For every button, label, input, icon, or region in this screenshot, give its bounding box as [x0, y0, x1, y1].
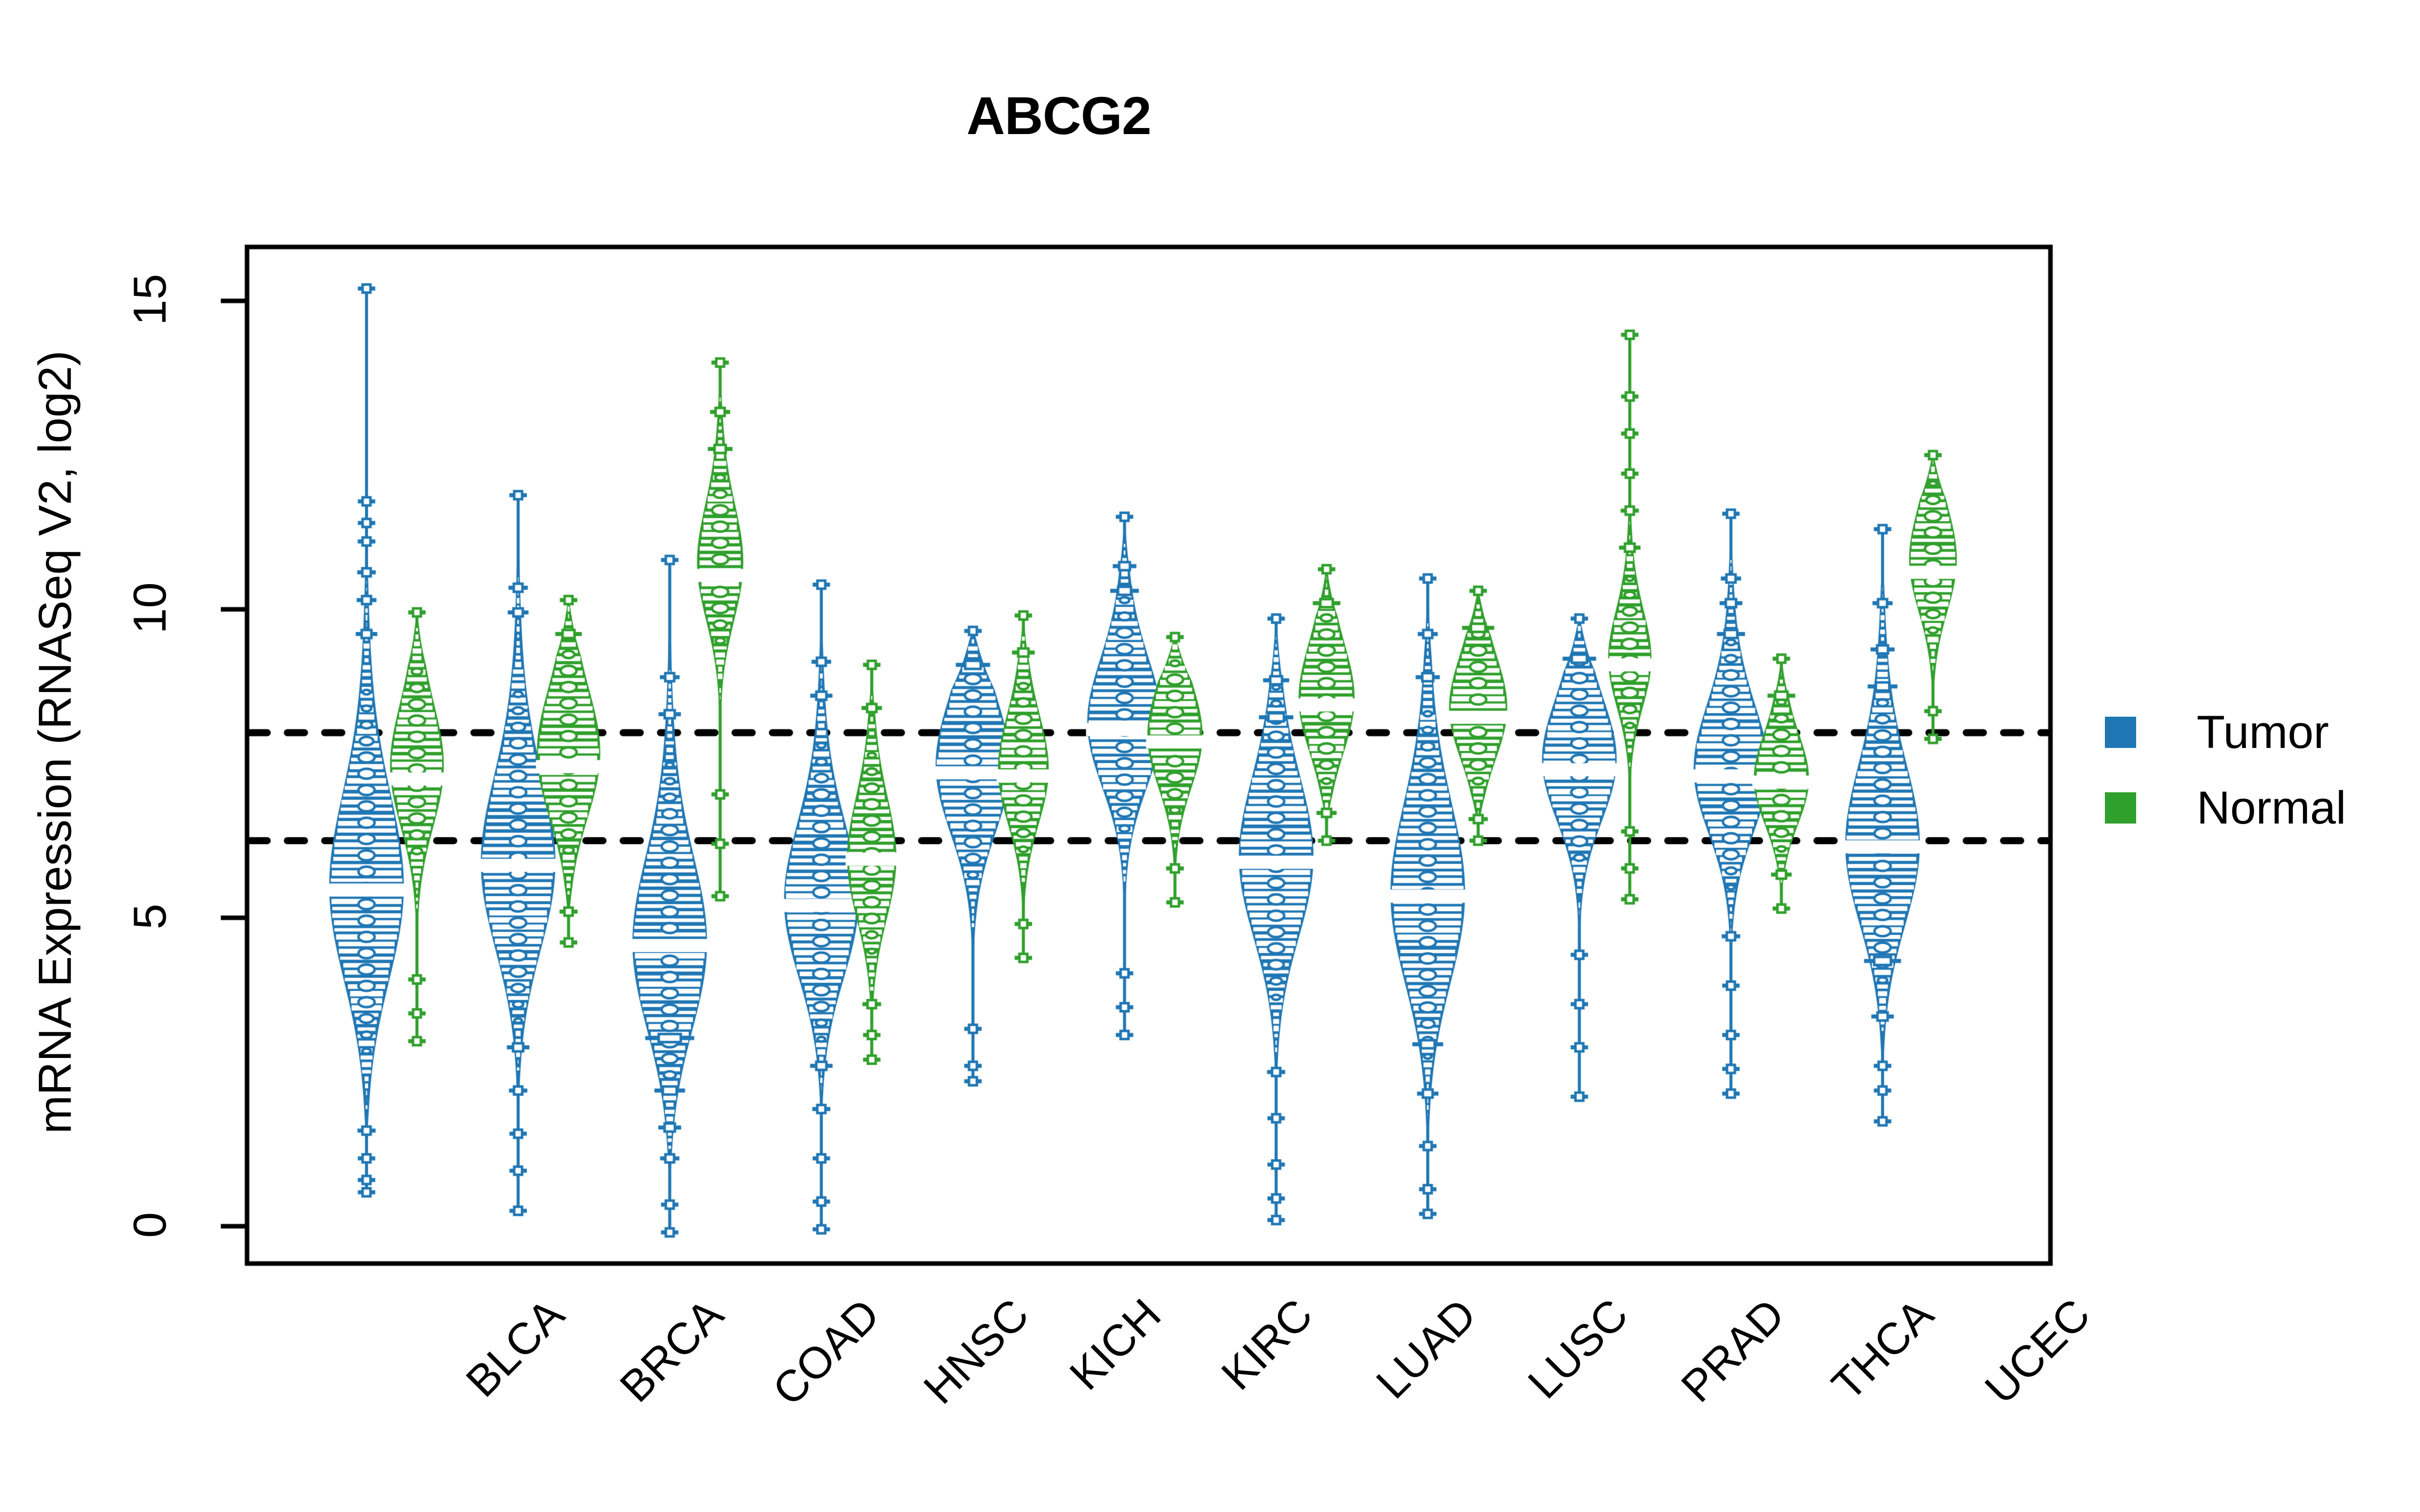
y-tick-label-0: 0 [124, 1212, 176, 1238]
y-axis-title: mRNA Expression (RNASeq V2, log2) [29, 350, 81, 1134]
chart-legend: Tumor Normal [2105, 695, 2346, 846]
y-tick-label-15: 15 [124, 274, 176, 326]
legend-item-tumor[interactable]: Tumor [2105, 695, 2346, 770]
violin-plot-canvas [0, 0, 2420, 1512]
legend-swatch-normal [2105, 792, 2136, 824]
chart-title: ABCG2 [966, 86, 1152, 146]
legend-label-tumor: Tumor [2197, 706, 2329, 758]
y-tick-label-5: 5 [124, 903, 176, 930]
legend-swatch-tumor [2105, 717, 2136, 748]
legend-label-normal: Normal [2197, 782, 2346, 834]
legend-item-normal[interactable]: Normal [2105, 770, 2346, 846]
y-tick-label-10: 10 [124, 582, 176, 634]
violin-chart-figure: ABCG2 mRNA Expression (RNASeq V2, log2) … [0, 0, 2420, 1512]
